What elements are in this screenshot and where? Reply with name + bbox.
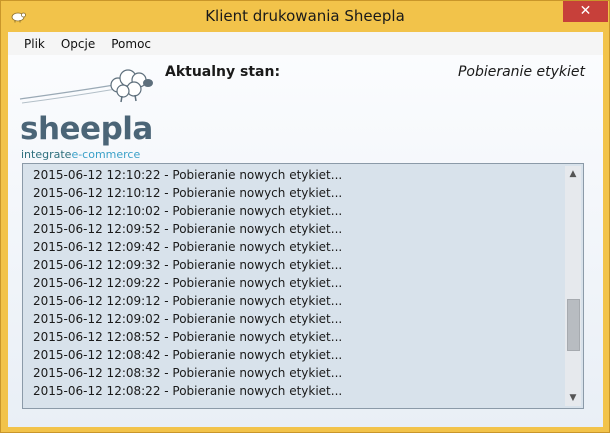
logo-tagline-part1: integrate	[21, 148, 72, 161]
log-item[interactable]: 2015-06-12 12:08:52 - Pobieranie nowych …	[33, 328, 558, 346]
app-window: Klient drukowania Sheepla ✕ Plik Opcje P…	[0, 0, 610, 433]
log-item[interactable]: 2015-06-12 12:08:32 - Pobieranie nowych …	[33, 364, 558, 382]
scroll-down-button[interactable]: ▼	[565, 390, 581, 406]
menu-item-pomoc[interactable]: Pomoc	[103, 37, 159, 51]
log-item[interactable]: 2015-06-12 12:10:02 - Pobieranie nowych …	[33, 202, 558, 220]
log-item[interactable]: 2015-06-12 12:09:02 - Pobieranie nowych …	[33, 310, 558, 328]
chevron-up-icon: ▲	[569, 169, 577, 179]
close-button[interactable]: ✕	[563, 1, 608, 22]
scroll-thumb[interactable]	[567, 299, 580, 351]
chevron-down-icon: ▼	[569, 393, 577, 403]
log-list: 2015-06-12 12:10:22 - Pobieranie nowych …	[33, 166, 558, 406]
log-item[interactable]: 2015-06-12 12:10:22 - Pobieranie nowych …	[33, 166, 558, 184]
log-item[interactable]: 2015-06-12 12:09:12 - Pobieranie nowych …	[33, 292, 558, 310]
scroll-up-button[interactable]: ▲	[565, 166, 581, 182]
sheep-cloud-logo-icon	[19, 69, 153, 104]
log-item[interactable]: 2015-06-12 12:08:42 - Pobieranie nowych …	[33, 346, 558, 364]
log-item[interactable]: 2015-06-12 12:09:52 - Pobieranie nowych …	[33, 220, 558, 238]
close-icon: ✕	[579, 3, 592, 19]
log-listbox[interactable]: 2015-06-12 12:10:22 - Pobieranie nowych …	[22, 163, 584, 409]
menu-item-opcje[interactable]: Opcje	[53, 37, 103, 51]
logo-tagline-part2: e-commerce	[71, 148, 141, 161]
vertical-scrollbar[interactable]: ▲ ▼	[565, 166, 581, 406]
status-label: Aktualny stan:	[165, 64, 281, 80]
status-value: Pobieranie etykiet	[457, 64, 585, 80]
log-item[interactable]: 2015-06-12 12:09:42 - Pobieranie nowych …	[33, 238, 558, 256]
log-item[interactable]: 2015-06-12 12:09:22 - Pobieranie nowych …	[33, 274, 558, 292]
log-item[interactable]: 2015-06-12 12:09:32 - Pobieranie nowych …	[33, 256, 558, 274]
menu-bar: Plik Opcje Pomoc	[8, 32, 603, 55]
log-item[interactable]: 2015-06-12 12:10:12 - Pobieranie nowych …	[33, 184, 558, 202]
client-area: Plik Opcje Pomoc sheepla integratee-comm…	[8, 32, 603, 427]
sheepla-logo: sheepla integratee-commerce	[18, 65, 158, 161]
title-bar[interactable]: Klient drukowania Sheepla ✕	[1, 1, 609, 32]
logo-tagline: integratee-commerce	[21, 148, 140, 161]
main-content: sheepla integratee-commerce Aktualny sta…	[8, 55, 603, 427]
menu-item-plik[interactable]: Plik	[8, 37, 53, 51]
logo-wordmark: sheepla	[20, 111, 153, 147]
log-item[interactable]: 2015-06-12 12:08:22 - Pobieranie nowych …	[33, 382, 558, 400]
window-title: Klient drukowania Sheepla	[205, 7, 405, 25]
